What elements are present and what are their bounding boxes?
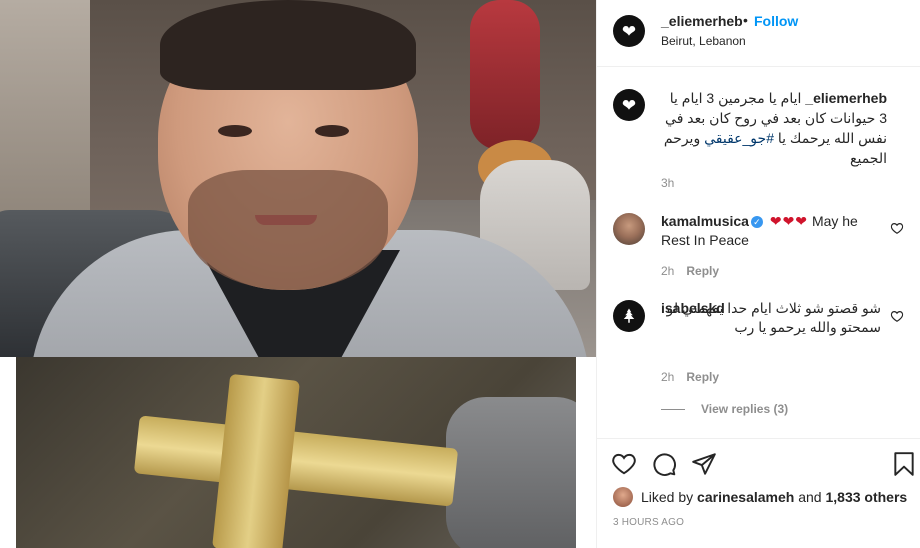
- commenter-avatar[interactable]: [613, 213, 645, 245]
- liked-by-count[interactable]: 1,833 others: [825, 489, 907, 505]
- liked-by-user[interactable]: carinesalameh: [697, 489, 794, 505]
- comment-time[interactable]: 2h: [661, 264, 674, 278]
- heart-outline-icon[interactable]: [611, 451, 637, 477]
- view-replies-button[interactable]: View replies (3): [661, 402, 788, 416]
- post-media[interactable]: [0, 0, 596, 548]
- post-timestamp[interactable]: 3 hours ago: [613, 517, 684, 528]
- comment-isabelskd: isabelskd شو قصتو شو ثلاث ايام حدا يفهمن…: [661, 299, 881, 337]
- caption-avatar[interactable]: ❤: [613, 89, 645, 121]
- caption-time[interactable]: 3h: [661, 176, 674, 190]
- view-replies-label[interactable]: View replies (3): [701, 402, 788, 416]
- comments-list[interactable]: ❤ _eliemerheb ايام يا مجرمين 3 ايام يا 3…: [597, 68, 920, 438]
- speech-bubble-icon[interactable]: [651, 451, 677, 477]
- follow-button[interactable]: Follow: [754, 13, 798, 29]
- comment-meta: 2h Reply: [661, 264, 719, 278]
- paper-plane-icon[interactable]: [691, 451, 717, 477]
- comment-time[interactable]: 2h: [661, 370, 674, 384]
- comment-username[interactable]: kamalmusica: [661, 213, 749, 229]
- post-header: ❤ _eliemerheb • Follow Beirut, Lebanon: [597, 0, 920, 67]
- author-avatar[interactable]: ❤: [613, 15, 645, 47]
- bookmark-icon[interactable]: [891, 451, 917, 477]
- post-location[interactable]: Beirut, Lebanon: [661, 34, 746, 48]
- comment-body: شو قصتو شو ثلاث ايام حدا يفهمني لو سمحتو…: [666, 300, 881, 335]
- liked-by-middle: and: [798, 489, 822, 505]
- reply-button[interactable]: Reply: [686, 264, 719, 278]
- view-replies-line: [661, 408, 685, 410]
- liked-by-prefix: Liked by: [641, 489, 694, 505]
- header-separator: •: [743, 12, 748, 28]
- caption-hashtag[interactable]: #جو_عقيقي: [704, 130, 774, 146]
- post-caption: _eliemerheb ايام يا مجرمين 3 ايام يا 3 ح…: [661, 88, 887, 168]
- post-side-panel: ❤ _eliemerheb • Follow Beirut, Lebanon ❤…: [596, 0, 920, 548]
- verified-badge-icon: ✓: [750, 216, 763, 228]
- commenter-avatar[interactable]: [613, 300, 645, 332]
- cedar-tree-icon: [623, 308, 635, 323]
- liker-avatar[interactable]: [613, 487, 633, 507]
- comment-kamalmusica: kamalmusica ✓ ❤❤❤ May he Rest In Peace: [661, 212, 881, 250]
- liked-by-summary: Liked by carinesalameh and 1,833 others: [613, 487, 907, 507]
- cross-photo: [16, 357, 576, 548]
- red-hearts-emoji: ❤❤❤: [769, 213, 809, 229]
- comment-meta: 2h Reply: [661, 370, 719, 384]
- white-heart-logo-icon: ❤: [621, 21, 637, 41]
- post-actions: Liked by carinesalameh and 1,833 others …: [597, 438, 920, 548]
- author-username[interactable]: _eliemerheb: [661, 13, 743, 29]
- portrait-photo: [0, 0, 596, 357]
- small-heart-icon[interactable]: [890, 221, 904, 235]
- caption-username[interactable]: _eliemerheb: [805, 90, 887, 106]
- white-heart-logo-icon: ❤: [621, 95, 637, 115]
- small-heart-icon[interactable]: [890, 309, 904, 323]
- reply-button[interactable]: Reply: [686, 370, 719, 384]
